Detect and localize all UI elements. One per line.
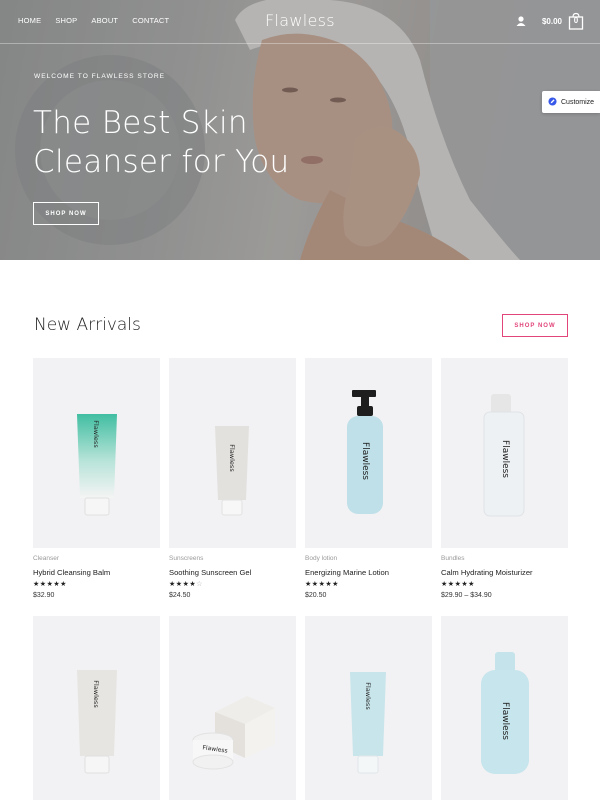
star-icon: ★ xyxy=(39,581,47,588)
product-price: $20.50 xyxy=(305,592,327,599)
arrivals-shop-now-button[interactable]: SHOP NOW xyxy=(502,314,568,337)
product-image[interactable]: Flawless xyxy=(441,616,568,800)
star-icon: ★ xyxy=(46,581,53,588)
hero-title: The Best Skin Cleanser for You xyxy=(33,104,333,182)
product-image[interactable]: Flawless xyxy=(169,358,296,548)
star-icon: ★ xyxy=(175,581,183,588)
product-image[interactable]: Flawless xyxy=(169,616,296,800)
product-image[interactable]: Flawless xyxy=(305,358,432,548)
star-icon: ★ xyxy=(53,581,60,588)
product-brand-label: Flawless xyxy=(92,680,100,708)
product-rating: ★ ★ ★ ★ ★ xyxy=(441,581,568,589)
product-price: $32.90 xyxy=(33,592,55,599)
product-category[interactable]: Cleanser xyxy=(33,555,160,564)
star-icon: ★ xyxy=(182,581,189,588)
product-brand-label: Flawless xyxy=(360,442,370,480)
customize-label: Customize xyxy=(561,98,595,106)
star-icon: ★ xyxy=(33,581,40,588)
star-icon: ★ xyxy=(305,581,312,588)
customize-button[interactable]: Customize xyxy=(542,91,600,113)
product-rating: ★ ★ ★ ★ ★ xyxy=(33,581,160,589)
product-name[interactable]: Soothing Sunscreen Gel xyxy=(169,568,296,578)
cart-count: 0 xyxy=(573,16,579,25)
section-title: New Arrivals xyxy=(34,315,141,335)
product-name[interactable]: Hybrid Cleansing Balm xyxy=(33,568,160,578)
product-rating: ★ ★ ★ ★ ★ xyxy=(305,581,432,589)
product-card[interactable]: Flawless Cleanser Hybrid Cleansing Balm … xyxy=(33,358,160,599)
star-icon: ★ xyxy=(60,581,67,588)
product-name[interactable]: Energizing Marine Lotion xyxy=(305,568,432,578)
star-icon: ★ xyxy=(441,581,448,588)
star-icon: ★ xyxy=(447,581,455,588)
product-category[interactable]: Body lotion xyxy=(305,555,432,564)
product-card[interactable]: Flawless xyxy=(33,616,160,800)
hero-title-line-1: The Best Skin xyxy=(33,105,248,141)
top-navigation: HOME SHOP ABOUT CONTACT Flawless $0.00 0 xyxy=(0,0,600,43)
product-card[interactable]: Flawless Bundles Calm Hydrating Moisturi… xyxy=(441,358,568,599)
product-image[interactable]: Flawless xyxy=(33,616,160,800)
star-icon: ★ xyxy=(454,581,461,588)
product-brand-label: Flawless xyxy=(92,420,100,448)
product-category[interactable]: Sunscreens xyxy=(169,555,296,564)
cart-total[interactable]: $0.00 xyxy=(542,17,562,26)
product-card[interactable]: Flawless xyxy=(169,616,296,800)
product-image[interactable]: Flawless xyxy=(305,616,432,800)
star-icon: ★ xyxy=(311,581,319,588)
star-icon: ★ xyxy=(169,581,176,588)
product-card[interactable]: Flawless Sunscreens Soothing Sunscreen G… xyxy=(169,358,296,599)
product-brand-label: Flawless xyxy=(500,440,510,478)
star-icon: ★ xyxy=(468,581,475,588)
product-category[interactable]: Bundles xyxy=(441,555,568,564)
product-card[interactable]: Flawless xyxy=(305,616,432,800)
product-price: $24.50 xyxy=(169,592,191,599)
product-name[interactable]: Calm Hydrating Moisturizer xyxy=(441,568,568,578)
nav-divider xyxy=(0,43,600,44)
user-icon[interactable] xyxy=(514,14,528,28)
star-icon: ★ xyxy=(189,581,196,588)
hero-shop-now-button[interactable]: SHOP NOW xyxy=(33,202,99,225)
product-image[interactable]: Flawless xyxy=(33,358,160,548)
product-rating: ★ ★ ★ ★ ☆ xyxy=(169,581,296,589)
star-icon: ★ xyxy=(332,581,339,588)
product-price: $29.90 – $34.90 xyxy=(441,592,492,599)
star-empty-icon: ☆ xyxy=(196,581,203,588)
star-icon: ★ xyxy=(325,581,332,588)
product-card[interactable]: Flawless xyxy=(441,616,568,800)
pencil-icon xyxy=(548,93,557,111)
hero-title-line-2: Cleanser for You xyxy=(33,144,290,180)
product-brand-label: Flawless xyxy=(228,444,236,472)
hero-eyebrow: WELCOME TO FLAWLESS STORE xyxy=(34,73,166,80)
site-logo[interactable]: Flawless xyxy=(0,11,600,30)
product-brand-label: Flawless xyxy=(364,682,372,710)
star-icon: ★ xyxy=(461,581,468,588)
star-icon: ★ xyxy=(318,581,325,588)
product-card[interactable]: Flawless Body lotion Energizing Marine L… xyxy=(305,358,432,599)
product-brand-label: Flawless xyxy=(500,702,510,740)
product-image[interactable]: Flawless xyxy=(441,358,568,548)
cart-icon[interactable]: 0 xyxy=(568,12,584,30)
hero-banner: HOME SHOP ABOUT CONTACT Flawless $0.00 0… xyxy=(0,0,600,260)
